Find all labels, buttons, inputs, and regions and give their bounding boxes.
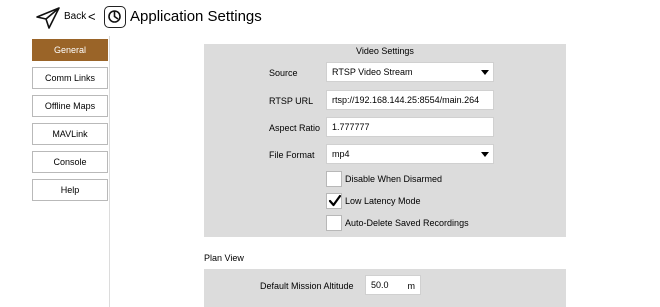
auto-delete-label: Auto-Delete Saved Recordings bbox=[345, 218, 469, 228]
dropdown-arrow-icon bbox=[481, 70, 489, 75]
source-value: RTSP Video Stream bbox=[332, 67, 413, 77]
chevron-left-icon: < bbox=[88, 9, 96, 24]
sidebar-item-mavlink[interactable]: MAVLink bbox=[32, 123, 108, 145]
sidebar-item-console[interactable]: Console bbox=[32, 151, 108, 173]
file-format-label: File Format bbox=[269, 150, 315, 160]
low-latency-checkbox[interactable] bbox=[326, 193, 342, 209]
source-label: Source bbox=[269, 68, 298, 78]
aspect-ratio-input[interactable]: 1.777777 bbox=[326, 117, 494, 137]
sidebar-item-help[interactable]: Help bbox=[32, 179, 108, 201]
altitude-input[interactable]: 50.0 m bbox=[365, 275, 421, 295]
disable-when-disarmed-checkbox[interactable] bbox=[326, 171, 342, 187]
top-bar: Back < Application Settings bbox=[0, 0, 660, 36]
back-button[interactable]: Back bbox=[64, 11, 86, 22]
altitude-label: Default Mission Altitude bbox=[260, 281, 354, 291]
altitude-unit: m bbox=[407, 281, 416, 291]
file-format-select[interactable]: mp4 bbox=[326, 144, 494, 164]
qgc-logo-icon bbox=[104, 6, 126, 28]
sidebar: General Comm Links Offline Maps MAVLink … bbox=[30, 36, 110, 307]
disable-when-disarmed-label: Disable When Disarmed bbox=[345, 174, 443, 184]
dropdown-arrow-icon bbox=[481, 152, 489, 157]
sidebar-item-offline-maps[interactable]: Offline Maps bbox=[32, 95, 108, 117]
video-settings-panel: Video Settings Source RTSP Video Stream … bbox=[204, 44, 566, 237]
sidebar-item-comm-links[interactable]: Comm Links bbox=[32, 67, 108, 89]
aspect-ratio-label: Aspect Ratio bbox=[269, 123, 321, 133]
low-latency-label: Low Latency Mode bbox=[345, 196, 421, 206]
plan-view-panel: Default Mission Altitude 50.0 m bbox=[204, 269, 566, 307]
source-select[interactable]: RTSP Video Stream bbox=[326, 62, 494, 82]
rtsp-url-label: RTSP URL bbox=[269, 96, 314, 106]
auto-delete-checkbox[interactable] bbox=[326, 215, 342, 231]
paper-plane-icon[interactable] bbox=[35, 6, 61, 30]
rtsp-url-input[interactable]: rtsp://192.168.144.25:8554/main.264 bbox=[326, 90, 494, 110]
plan-view-heading: Plan View bbox=[204, 253, 244, 263]
file-format-value: mp4 bbox=[332, 149, 350, 159]
altitude-value: 50.0 bbox=[371, 280, 389, 290]
video-settings-title: Video Settings bbox=[356, 46, 414, 56]
checkmark-icon bbox=[328, 194, 342, 207]
sidebar-item-general[interactable]: General bbox=[32, 39, 108, 61]
page-title: Application Settings bbox=[130, 8, 262, 25]
